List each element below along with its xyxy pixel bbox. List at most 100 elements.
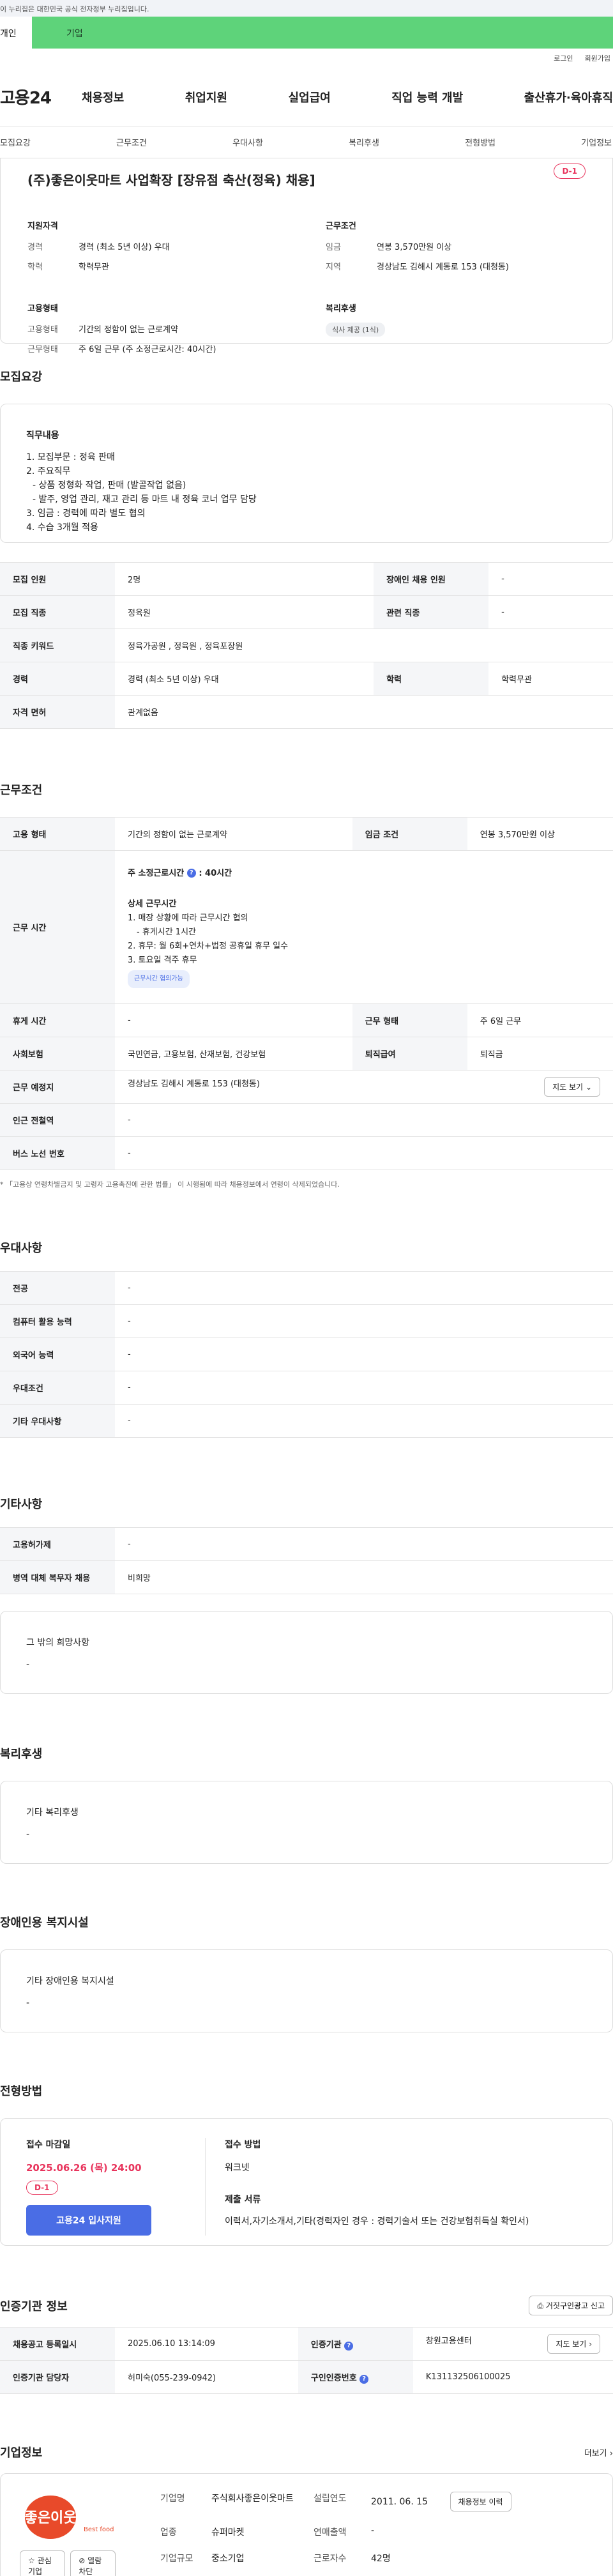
cond-value: 경상남도 김해시 계동로 153 (대청동): [377, 263, 509, 272]
duty-line: 1. 모집부문 : 정육 판매: [26, 452, 115, 462]
emp-heading: 고용형태: [27, 304, 58, 314]
global-nav: 고용24 채용정보 취업지원 실업급여 직업 능력 개발 출산휴가·육아휴직: [0, 68, 613, 126]
gnb-unemployment-benefit[interactable]: 실업급여: [289, 89, 331, 105]
cell-key: 퇴직급여: [352, 1037, 467, 1071]
welfare-section: 복리후생 기타 복리후생 -: [0, 1745, 613, 1864]
subtab-workcond[interactable]: 근무조건: [116, 136, 147, 148]
cell-value: K131132506100025: [412, 2360, 613, 2394]
cell-value: -: [115, 1136, 613, 1170]
subtab-company[interactable]: 기업정보: [581, 136, 612, 148]
duty-line: 4. 수습 3개월 적용: [26, 522, 98, 533]
report-button[interactable]: ⎙ 거짓구인광고 신고: [529, 2296, 613, 2315]
chevron-right-icon: ›: [589, 2340, 592, 2349]
cell-value: 2명: [115, 562, 374, 596]
cond-heading: 근무조건: [326, 222, 356, 231]
favorite-button[interactable]: ☆ 관심기업: [20, 2550, 66, 2576]
agency-map-label: 지도 보기: [556, 2340, 587, 2349]
cert-agency-key: 인증기관: [310, 2340, 342, 2350]
signup-link[interactable]: 회원가입: [585, 53, 610, 63]
table-row: 고용허가제 -: [0, 1527, 613, 1561]
subtab-selection[interactable]: 전형방법: [465, 136, 496, 148]
cell-value: -: [115, 1338, 613, 1371]
workcond-table: 고용 형태 기간의 정함이 없는 근로계약 임금 조건 연봉 3,570만원 이상 근…: [0, 817, 613, 1170]
map-button[interactable]: 지도 보기 ⌄: [544, 1077, 600, 1097]
gnb-employment-support[interactable]: 취업지원: [185, 89, 227, 105]
gnb-skills-development[interactable]: 직업 능력 개발: [391, 89, 463, 105]
gov-notice-bar: 이 누리집은 대한민국 공식 전자정부 누리집입니다.: [0, 0, 613, 17]
company-field-key: 기업규모: [160, 2554, 193, 2565]
cert-table: 채용공고 등록일시 2025.06.10 13:14:09 인증기관 ? 창원고용센터…: [0, 2327, 613, 2394]
cell-key: 자격 면허: [0, 695, 115, 729]
login-link[interactable]: 로그인: [554, 53, 573, 63]
welfare-box-value: -: [26, 1829, 30, 1840]
cell-value: 국민연금, 고용보험, 산재보험, 건강보험: [115, 1037, 352, 1071]
cell-value: 기간의 정함이 없는 근로계약: [115, 817, 352, 851]
utility-menu: 로그인 회원가입: [0, 49, 613, 68]
cell-value: 학력무관: [488, 662, 613, 696]
job-title: (주)좋은이웃마트 사업확장 [장유점 축산(정육) 채용]: [27, 172, 315, 188]
subtab-preference[interactable]: 우대사항: [232, 136, 263, 148]
preference-section: 우대사항 전공 - 컴퓨터 활용 능력 - 외국어 능력 - 우대조건 - 기타 우대사…: [0, 1239, 613, 1438]
chevron-down-icon: ⌄: [585, 1083, 592, 1092]
tab-company[interactable]: 기업: [32, 17, 613, 49]
map-button-label: 지도 보기: [552, 1083, 584, 1092]
info-icon[interactable]: ?: [359, 2374, 369, 2384]
info-icon[interactable]: ?: [186, 869, 196, 878]
cell-key: 인증기관 담당자: [0, 2360, 115, 2394]
more-label: 더보기: [584, 2448, 607, 2458]
cell-key: 외국어 능력: [0, 1338, 115, 1371]
cell-key: 모집 인원: [0, 562, 115, 596]
agency-map-button[interactable]: 지도 보기 ›: [547, 2334, 600, 2354]
tab-personal[interactable]: 개인: [0, 17, 32, 49]
qual-key: 경력: [27, 243, 43, 252]
cell-value: -: [488, 562, 613, 596]
company-field-value: 중소기업: [211, 2554, 245, 2565]
method-label: 접수 방법: [225, 2140, 261, 2150]
table-row: 컴퓨터 활용 능력 -: [0, 1304, 613, 1338]
emp-key: 고용형태: [27, 325, 58, 335]
deadline-label: 접수 마감일: [26, 2140, 71, 2150]
gnb-menu: 채용정보 취업지원 실업급여 직업 능력 개발 출산휴가·육아휴직: [82, 89, 613, 105]
cell-value: -: [115, 1003, 352, 1037]
cell-key: 사회보험: [0, 1037, 115, 1071]
site-logo[interactable]: 고용24: [0, 85, 82, 109]
cell-key: 기타 우대사항: [0, 1404, 115, 1438]
company-card: 좋은이웃 Best food ☆ 관심기업 ⊘ 열람차단 기업명 주식회사좋은이…: [0, 2473, 613, 2576]
etc-heading: 기타사항: [0, 1498, 43, 1511]
duty-line: - 상품 정형화 작업, 판매 (발골작업 없음): [33, 480, 186, 491]
cell-value: 허미숙(055-239-0942): [115, 2360, 298, 2394]
table-row: 휴게 시간 - 근무 형태 주 6일 근무: [0, 1003, 613, 1037]
star-icon: ☆: [28, 2556, 35, 2565]
subtab-welfare[interactable]: 복리후생: [349, 136, 379, 148]
gnb-jobs[interactable]: 채용정보: [82, 89, 124, 105]
cell-value: 연봉 3,570만원 이상: [467, 817, 613, 851]
etc-table: 고용허가제 - 병역 대체 복무자 채용 비희망: [0, 1527, 613, 1594]
hours-detail-heading: 상세 근무시간: [128, 899, 177, 909]
gnb-parental-leave[interactable]: 출산휴가·육아휴직: [524, 89, 613, 105]
cell-value: -: [115, 1404, 613, 1438]
history-button[interactable]: 채용정보 이력: [450, 2492, 511, 2511]
cell-key: 버스 노선 번호: [0, 1136, 115, 1170]
table-row: 우대조건 -: [0, 1371, 613, 1405]
apply-button[interactable]: 고용24 입사지원: [26, 2205, 151, 2236]
info-icon[interactable]: ?: [344, 2341, 354, 2351]
qual-key: 학력: [27, 263, 43, 272]
block-button[interactable]: ⊘ 열람차단: [70, 2550, 116, 2576]
cell-key: 채용공고 등록일시: [0, 2327, 115, 2361]
table-row: 경력 경력 (최소 5년 이상) 우대 학력 학력무관: [0, 662, 613, 696]
cond-key: 임금: [326, 243, 341, 252]
etc-wish-heading: 그 밖의 희망사항: [26, 1638, 90, 1648]
subtab-recruit[interactable]: 모집요강: [0, 136, 31, 148]
hours-main-value: : 40시간: [199, 868, 232, 878]
cell-key: 학력: [374, 662, 489, 696]
table-row: 모집 직종 정육원 관련 직종 -: [0, 595, 613, 629]
company-field-value: 주식회사좋은이웃마트: [211, 2494, 294, 2504]
more-link[interactable]: 더보기 ›: [584, 2446, 613, 2458]
hours-cell: 주 소정근로시간 ? : 40시간 상세 근무시간 1. 매장 상황에 따라 근…: [115, 850, 613, 1004]
cond-key: 지역: [326, 263, 341, 272]
table-row: 병역 대체 복무자 채용 비희망: [0, 1560, 613, 1594]
company-logo-sub: Best food: [84, 2526, 114, 2533]
selection-section: 전형방법 접수 마감일 2025.06.26 (목) 24:00 D-1 고용2…: [0, 2082, 613, 2246]
table-row: 근무 예정지 경상남도 김해시 계동로 153 (대청동) 지도 보기 ⌄: [0, 1070, 613, 1104]
cell-value: -: [115, 1271, 613, 1305]
